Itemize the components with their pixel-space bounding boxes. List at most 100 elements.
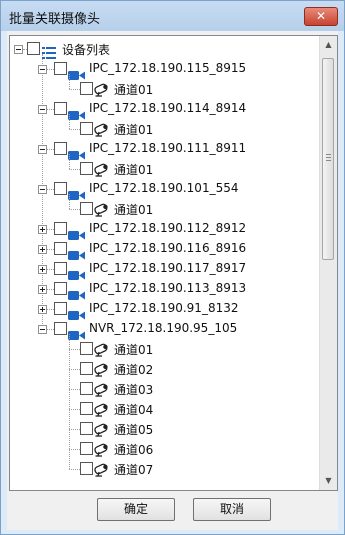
- collapse-toggle[interactable]: [38, 185, 47, 194]
- device-checkbox[interactable]: [54, 262, 67, 275]
- device-checkbox[interactable]: [54, 282, 67, 295]
- cctv-channel-icon: [94, 382, 111, 401]
- expand-toggle[interactable]: [38, 265, 47, 274]
- channel-checkbox[interactable]: [80, 362, 93, 375]
- expand-toggle[interactable]: [38, 305, 47, 314]
- cctv-channel-icon: [94, 82, 111, 101]
- channel-label: 通道01: [114, 203, 154, 217]
- expand-toggle[interactable]: [38, 245, 47, 254]
- vertical-scrollbar[interactable]: ▲ ▼: [319, 36, 337, 490]
- device-label: IPC_172.18.190.117_8917: [89, 261, 247, 275]
- device-node[interactable]: IPC_172.18.190.112_8912: [10, 220, 320, 240]
- channel-checkbox[interactable]: [80, 202, 93, 215]
- device-node[interactable]: IPC_172.18.190.116_8916: [10, 240, 320, 260]
- channel-label: 通道01: [114, 83, 154, 97]
- cctv-channel-icon: [94, 422, 111, 441]
- cctv-channel-icon: [94, 162, 111, 181]
- channel-checkbox[interactable]: [80, 462, 93, 475]
- title-bar[interactable]: 批量关联摄像头 ✕: [1, 1, 344, 31]
- device-node[interactable]: IPC_172.18.190.111_8911: [10, 140, 320, 160]
- channel-checkbox[interactable]: [80, 342, 93, 355]
- channel-label: 通道01: [114, 163, 154, 177]
- close-icon: ✕: [315, 9, 327, 23]
- device-checkbox[interactable]: [54, 302, 67, 315]
- channel-node[interactable]: 通道01: [10, 160, 320, 180]
- channel-label: 通道04: [114, 403, 154, 417]
- channel-node[interactable]: 通道01: [10, 200, 320, 220]
- cctv-channel-icon: [94, 442, 111, 461]
- device-node[interactable]: IPC_172.18.190.113_8913: [10, 280, 320, 300]
- channel-checkbox[interactable]: [80, 422, 93, 435]
- cctv-channel-icon: [94, 202, 111, 221]
- device-checkbox[interactable]: [54, 62, 67, 75]
- tree-root[interactable]: 设备列表: [10, 40, 320, 60]
- channel-node[interactable]: 通道05: [10, 420, 320, 440]
- cctv-channel-icon: [94, 462, 111, 481]
- expand-toggle[interactable]: [38, 225, 47, 234]
- channel-node[interactable]: 通道04: [10, 400, 320, 420]
- device-label: IPC_172.18.190.111_8911: [89, 141, 247, 155]
- channel-label: 通道02: [114, 363, 154, 377]
- device-node[interactable]: IPC_172.18.190.115_8915: [10, 60, 320, 80]
- device-node[interactable]: IPC_172.18.190.101_554: [10, 180, 320, 200]
- channel-node[interactable]: 通道07: [10, 460, 320, 480]
- channel-checkbox[interactable]: [80, 122, 93, 135]
- dialog-window: 批量关联摄像头 ✕ 设备列表 IPC_172.18.190.115_8915 通道0…: [0, 0, 345, 535]
- device-node[interactable]: IPC_172.18.190.91_8132: [10, 300, 320, 320]
- cctv-channel-icon: [94, 362, 111, 381]
- device-node[interactable]: NVR_172.18.190.95_105: [10, 320, 320, 340]
- device-checkbox[interactable]: [54, 242, 67, 255]
- channel-checkbox[interactable]: [80, 402, 93, 415]
- channel-label: 通道05: [114, 423, 154, 437]
- device-label: IPC_172.18.190.115_8915: [89, 61, 247, 75]
- device-label: IPC_172.18.190.113_8913: [89, 281, 247, 295]
- ok-button[interactable]: 确定: [97, 498, 175, 521]
- root-checkbox[interactable]: [27, 42, 40, 55]
- device-checkbox[interactable]: [54, 182, 67, 195]
- device-label: IPC_172.18.190.114_8914: [89, 101, 247, 115]
- device-node[interactable]: IPC_172.18.190.114_8914: [10, 100, 320, 120]
- cctv-channel-icon: [94, 342, 111, 361]
- dialog-body: 设备列表 IPC_172.18.190.115_8915 通道01 IPC_172.1…: [7, 31, 338, 530]
- cancel-button[interactable]: 取消: [193, 498, 271, 521]
- channel-checkbox[interactable]: [80, 442, 93, 455]
- channel-node[interactable]: 通道01: [10, 340, 320, 360]
- dialog-title: 批量关联摄像头: [9, 12, 101, 27]
- cctv-channel-icon: [94, 402, 111, 421]
- device-label: IPC_172.18.190.112_8912: [89, 221, 247, 235]
- device-label: IPC_172.18.190.101_554: [89, 181, 239, 195]
- channel-label: 通道06: [114, 443, 154, 457]
- device-checkbox[interactable]: [54, 222, 67, 235]
- collapse-toggle[interactable]: [38, 105, 47, 114]
- channel-node[interactable]: 通道01: [10, 120, 320, 140]
- device-label: IPC_172.18.190.91_8132: [89, 301, 239, 315]
- collapse-toggle[interactable]: [38, 65, 47, 74]
- channel-node[interactable]: 通道03: [10, 380, 320, 400]
- device-checkbox[interactable]: [54, 142, 67, 155]
- scroll-up-icon[interactable]: ▲: [322, 38, 335, 51]
- device-tree-panel: 设备列表 IPC_172.18.190.115_8915 通道01 IPC_172.1…: [9, 35, 338, 491]
- channel-label: 通道01: [114, 123, 154, 137]
- scroll-down-icon[interactable]: ▼: [322, 474, 335, 487]
- expand-toggle[interactable]: [38, 285, 47, 294]
- device-node[interactable]: IPC_172.18.190.117_8917: [10, 260, 320, 280]
- channel-label: 通道01: [114, 343, 154, 357]
- channel-node[interactable]: 通道01: [10, 80, 320, 100]
- channel-label: 通道07: [114, 463, 154, 477]
- close-button[interactable]: ✕: [304, 7, 338, 26]
- cctv-channel-icon: [94, 122, 111, 141]
- channel-node[interactable]: 通道06: [10, 440, 320, 460]
- scrollbar-thumb[interactable]: [322, 58, 334, 260]
- channel-checkbox[interactable]: [80, 162, 93, 175]
- collapse-toggle[interactable]: [14, 45, 23, 54]
- channel-checkbox[interactable]: [80, 82, 93, 95]
- device-checkbox[interactable]: [54, 322, 67, 335]
- channel-node[interactable]: 通道02: [10, 360, 320, 380]
- collapse-toggle[interactable]: [38, 325, 47, 334]
- channel-checkbox[interactable]: [80, 382, 93, 395]
- channel-label: 通道03: [114, 383, 154, 397]
- device-checkbox[interactable]: [54, 102, 67, 115]
- device-tree: 设备列表 IPC_172.18.190.115_8915 通道01 IPC_172.1…: [10, 36, 320, 490]
- device-label: NVR_172.18.190.95_105: [89, 321, 238, 335]
- collapse-toggle[interactable]: [38, 145, 47, 154]
